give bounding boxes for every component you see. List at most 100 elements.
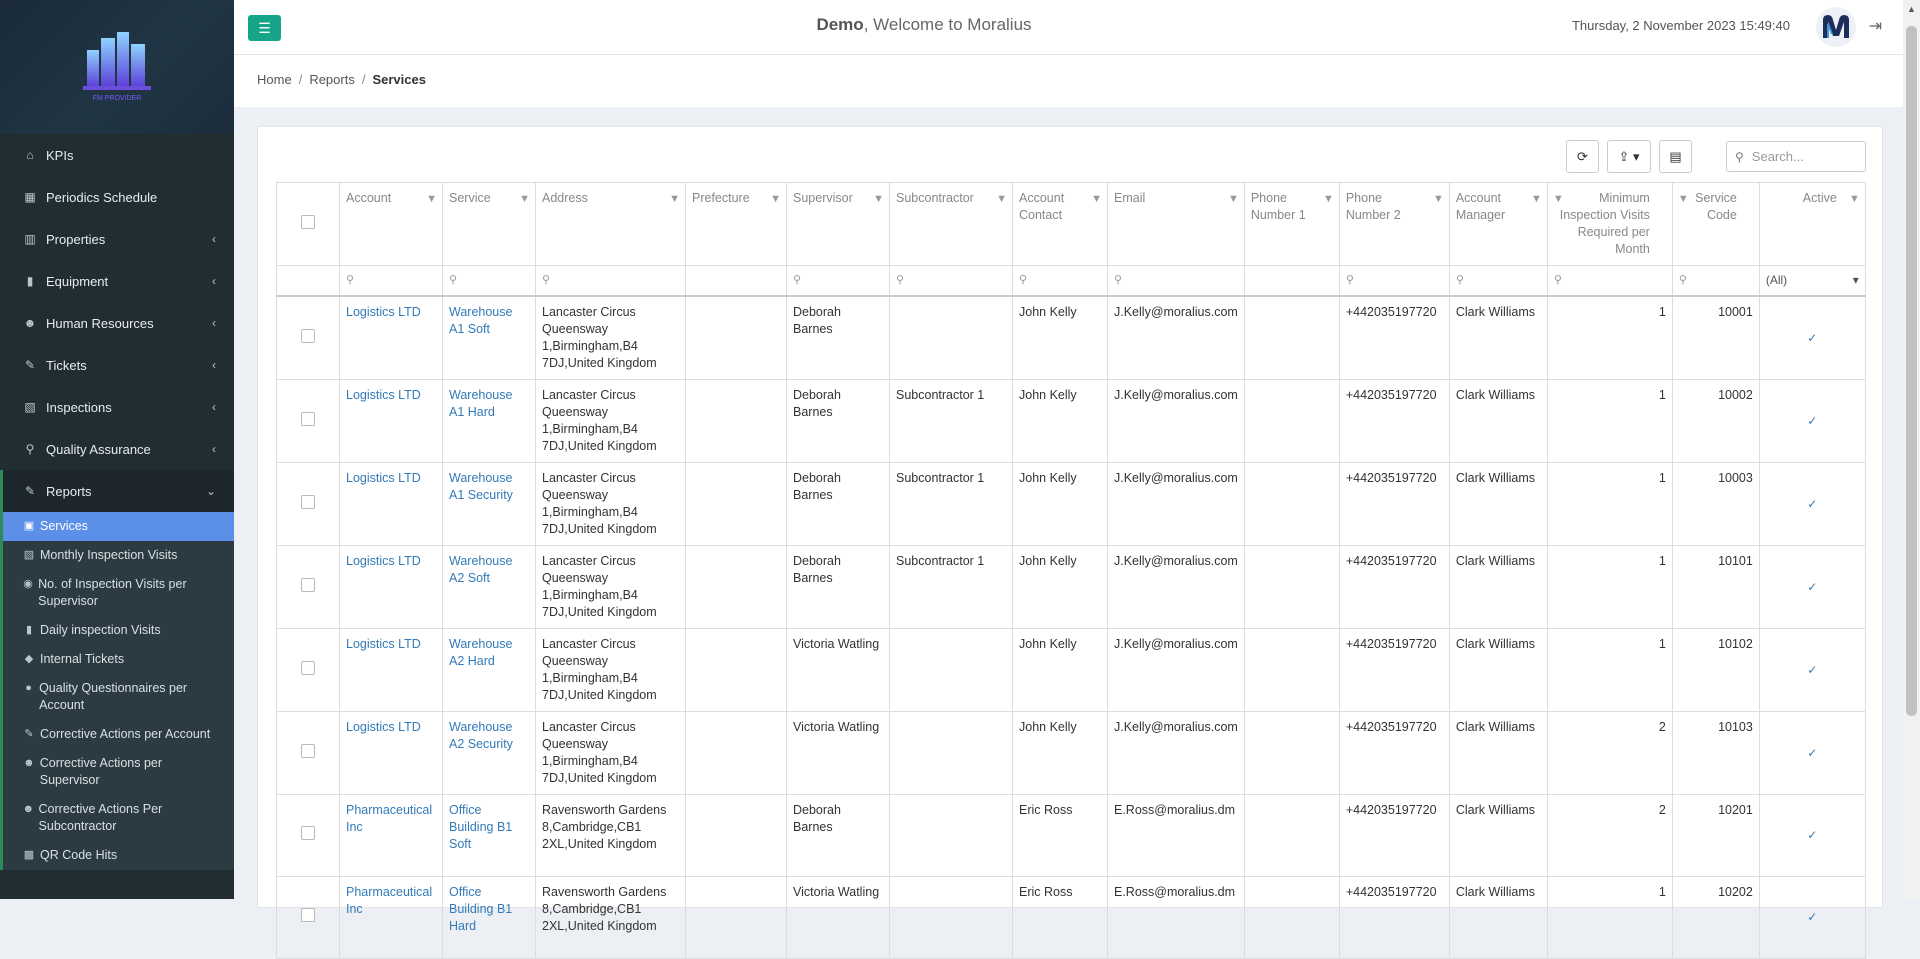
- filter-icon[interactable]: ▼: [426, 191, 437, 208]
- filter-cell-active[interactable]: (All) ▾: [1758, 265, 1866, 297]
- sidebar-item-quality-assurance[interactable]: ⚲ Quality Assurance ‹: [0, 428, 234, 470]
- search-input[interactable]: [1749, 148, 1854, 165]
- table-row[interactable]: Pharmaceutical Inc Office Building B1 Sof…: [276, 794, 1866, 877]
- filter-icon[interactable]: ▼: [1849, 191, 1860, 208]
- table-row[interactable]: Pharmaceutical Inc Office Building B1 Har…: [276, 876, 1866, 959]
- filter-cell-subcontractor[interactable]: ⚲: [889, 265, 1013, 297]
- column-header-manager[interactable]: Account Manager ▼: [1448, 182, 1548, 266]
- account-link[interactable]: Logistics LTD: [346, 388, 421, 402]
- submenu-item-internal-tickets[interactable]: ◆ Internal Tickets: [3, 645, 234, 674]
- service-link[interactable]: Warehouse A2 Security: [449, 720, 513, 751]
- filter-icon[interactable]: ▼: [1531, 191, 1542, 208]
- filter-icon[interactable]: ▼: [770, 191, 781, 208]
- row-checkbox[interactable]: [301, 826, 315, 840]
- account-link[interactable]: Pharmaceutical Inc: [346, 885, 432, 916]
- column-header-phone1[interactable]: Phone Number 1 ▼: [1243, 182, 1340, 266]
- filter-icon[interactable]: ▼: [1553, 191, 1564, 208]
- user-avatar[interactable]: [1816, 7, 1856, 47]
- row-checkbox[interactable]: [301, 411, 315, 426]
- submenu-item-corrective-actions-per-supervisor[interactable]: ☻ Corrective Actions per Supervisor: [3, 749, 234, 795]
- table-row[interactable]: Logistics LTD Warehouse A2 Hard Lancaster …: [276, 628, 1866, 712]
- column-header-visits[interactable]: Minimum Inspection Visits Required per M…: [1546, 182, 1673, 266]
- filter-icon[interactable]: ▼: [1091, 191, 1102, 208]
- filter-icon[interactable]: ▼: [996, 191, 1007, 208]
- service-link[interactable]: Office Building B1 Soft: [449, 803, 512, 851]
- scroll-up-icon[interactable]: ▲: [1907, 4, 1916, 14]
- filter-cell-email[interactable]: ⚲: [1107, 265, 1245, 297]
- column-header-email[interactable]: Email ▼: [1107, 182, 1245, 266]
- account-link[interactable]: Logistics LTD: [346, 305, 421, 319]
- filter-cell-supervisor[interactable]: ⚲: [786, 265, 890, 297]
- row-checkbox[interactable]: [301, 328, 315, 343]
- page-scrollbar[interactable]: ▲: [1903, 0, 1920, 899]
- service-link[interactable]: Warehouse A1 Security: [449, 471, 513, 502]
- sidebar-item-human-resources[interactable]: ☻ Human Resources ‹: [0, 302, 234, 344]
- account-link[interactable]: Logistics LTD: [346, 637, 421, 651]
- select-all-checkbox[interactable]: [301, 214, 315, 229]
- export-button[interactable]: ⇪ ▾: [1607, 140, 1651, 173]
- breadcrumb-home[interactable]: Home: [257, 72, 292, 87]
- account-link[interactable]: Logistics LTD: [346, 471, 421, 485]
- row-checkbox[interactable]: [301, 743, 315, 758]
- submenu-item-no-of-inspection-visits-per-supervisor[interactable]: ◉ No. of Inspection Visits per Supervisor: [3, 570, 234, 616]
- filter-cell-contact[interactable]: ⚲: [1012, 265, 1108, 297]
- account-link[interactable]: Pharmaceutical Inc: [346, 803, 432, 834]
- submenu-item-monthly-inspection-visits[interactable]: ▧ Monthly Inspection Visits: [3, 541, 234, 570]
- column-header-address[interactable]: Address ▼: [535, 182, 686, 266]
- submenu-item-services[interactable]: ▣ Services: [3, 512, 234, 541]
- refresh-button[interactable]: ⟳: [1566, 140, 1599, 173]
- service-link[interactable]: Office Building B1 Hard: [449, 885, 512, 933]
- filter-cell-account[interactable]: ⚲: [339, 265, 443, 297]
- sidebar-item-tickets[interactable]: ✎ Tickets ‹: [0, 344, 234, 386]
- column-header-code[interactable]: Service Code ▼: [1671, 182, 1760, 266]
- filter-icon[interactable]: ▼: [519, 191, 530, 208]
- submenu-item-quality-questionnaires-per-account[interactable]: ● Quality Questionnaires per Account: [3, 674, 234, 720]
- submenu-item-qr-code-hits[interactable]: ▩ QR Code Hits: [3, 841, 234, 870]
- table-row[interactable]: Logistics LTD Warehouse A1 Soft Lancaster …: [276, 295, 1866, 380]
- row-checkbox[interactable]: [301, 660, 315, 675]
- submenu-item-daily-inspection-visits[interactable]: ▮ Daily inspection Visits: [3, 616, 234, 645]
- filter-cell-code[interactable]: ⚲: [1671, 265, 1760, 297]
- submenu-item-corrective-actions-per-account[interactable]: ✎ Corrective Actions per Account: [3, 720, 234, 749]
- row-checkbox[interactable]: [301, 908, 315, 922]
- row-checkbox[interactable]: [301, 577, 315, 592]
- sidebar-item-inspections[interactable]: ▧ Inspections ‹: [0, 386, 234, 428]
- table-row[interactable]: Logistics LTD Warehouse A2 Soft Lancaster …: [276, 545, 1866, 629]
- submenu-item-corrective-actions-per-subcontractor[interactable]: ☻ Corrective Actions Per Subcontractor: [3, 795, 234, 841]
- service-link[interactable]: Warehouse A2 Hard: [449, 637, 512, 668]
- filter-icon[interactable]: ▼: [1433, 191, 1444, 208]
- sidebar-item-periodics-schedule[interactable]: ▦ Periodics Schedule: [0, 176, 234, 218]
- column-header-service[interactable]: Service ▼: [442, 182, 536, 266]
- filter-icon[interactable]: ▼: [669, 191, 680, 208]
- column-header-supervisor[interactable]: Supervisor ▼: [786, 182, 890, 266]
- filter-icon[interactable]: ▼: [1678, 191, 1689, 208]
- company-logo[interactable]: FM PROVIDER: [0, 0, 234, 134]
- table-row[interactable]: Logistics LTD Warehouse A1 Hard Lancaster …: [276, 379, 1866, 463]
- breadcrumb-reports[interactable]: Reports: [309, 72, 355, 87]
- service-link[interactable]: Warehouse A2 Soft: [449, 554, 512, 585]
- column-header-prefecture[interactable]: Prefecture ▼: [685, 182, 787, 266]
- table-row[interactable]: Logistics LTD Warehouse A1 Security Lancas…: [276, 462, 1866, 546]
- filter-icon[interactable]: ▼: [1228, 191, 1239, 208]
- filter-cell-manager[interactable]: ⚲: [1448, 265, 1548, 297]
- filter-icon[interactable]: ▼: [1323, 191, 1334, 208]
- sidebar-item-equipment[interactable]: ▮ Equipment ‹: [0, 260, 234, 302]
- filter-cell-phone2[interactable]: ⚲: [1338, 265, 1450, 297]
- column-header-account[interactable]: Account ▼: [339, 182, 443, 266]
- column-header-active[interactable]: Active ▼: [1758, 182, 1866, 266]
- active-filter-select[interactable]: (All) ▾: [1766, 272, 1859, 289]
- column-header-contact[interactable]: Account Contact ▼: [1012, 182, 1108, 266]
- filter-cell-address[interactable]: ⚲: [535, 265, 686, 297]
- filter-cell-phone1[interactable]: [1243, 265, 1340, 297]
- sidebar-item-properties[interactable]: ▥ Properties ‹: [0, 218, 234, 260]
- column-header-phone2[interactable]: Phone Number 2 ▼: [1338, 182, 1450, 266]
- account-link[interactable]: Logistics LTD: [346, 554, 421, 568]
- sidebar-item-reports[interactable]: ✎ Reports ⌄: [0, 470, 234, 512]
- row-checkbox[interactable]: [301, 494, 315, 509]
- sidebar-item-kpis[interactable]: ⌂ KPIs: [0, 134, 234, 176]
- filter-cell-service[interactable]: ⚲: [442, 265, 536, 297]
- logout-icon[interactable]: ⇥: [1869, 16, 1882, 36]
- filter-icon[interactable]: ▼: [873, 191, 884, 208]
- grid-search[interactable]: ⚲: [1726, 141, 1866, 172]
- scrollbar-thumb[interactable]: [1906, 26, 1917, 716]
